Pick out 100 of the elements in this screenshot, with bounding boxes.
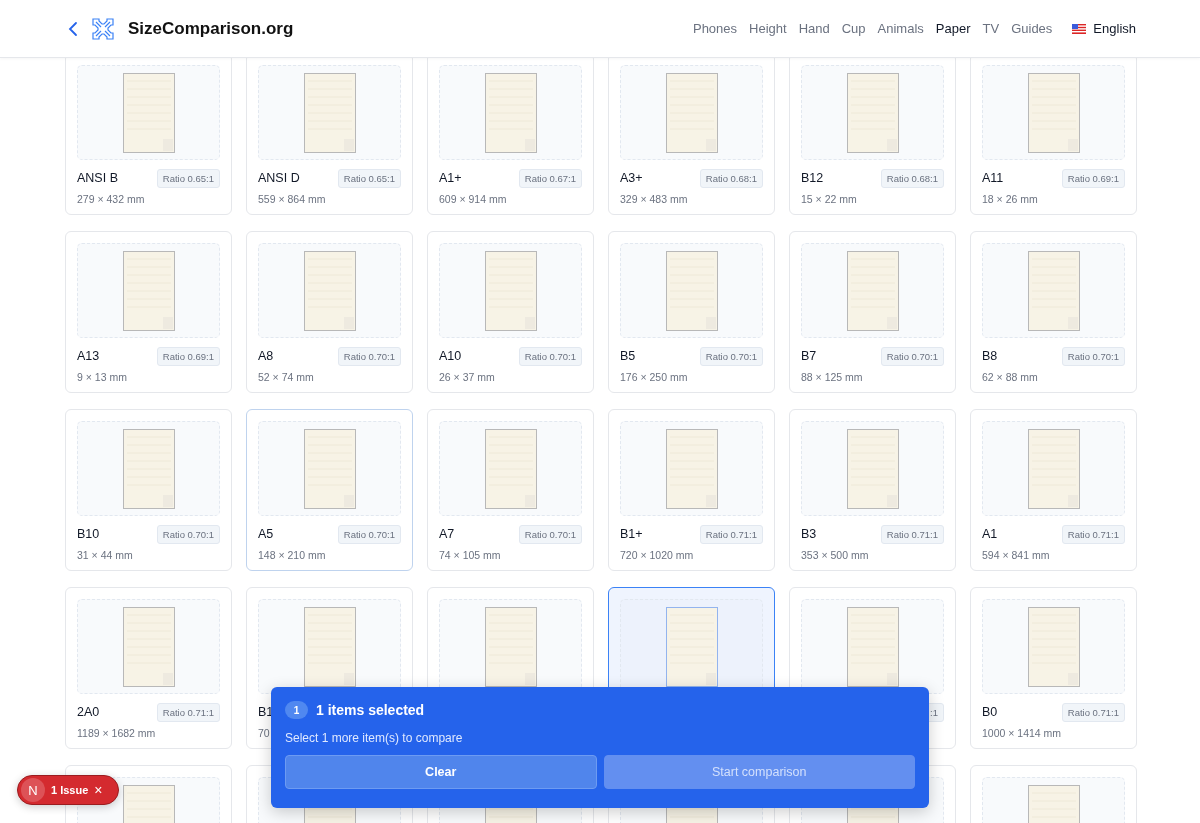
paper-card[interactable]: B5 Ratio 0.70:1 176 × 250 mm	[608, 231, 775, 393]
close-button[interactable]: ×	[94, 782, 103, 798]
paper-name: B1+	[620, 527, 643, 541]
paper-dimensions: 594 × 841 mm	[982, 549, 1050, 561]
logo-icon[interactable]	[91, 16, 115, 41]
paper-card[interactable]: ANSI D Ratio 0.65:1 559 × 864 mm	[246, 58, 413, 215]
nav-link[interactable]: Paper	[935, 21, 971, 36]
ratio-badge: Ratio 0.70:1	[699, 346, 763, 366]
paper-name: ANSI B	[77, 171, 118, 185]
ratio-badge: Ratio 0.65:1	[337, 168, 401, 188]
back-chevron-icon[interactable]	[68, 20, 78, 37]
paper-card[interactable]: A13 Ratio 0.69:1 9 × 13 mm	[65, 231, 232, 393]
paper-card[interactable]: A1+ Ratio 0.67:1 609 × 914 mm	[427, 58, 594, 215]
paper-card[interactable]: A10 Ratio 0.70:1 26 × 37 mm	[427, 231, 594, 393]
ratio-badge: Ratio 0.68:1	[699, 168, 763, 188]
ratio-badge: Ratio 0.70:1	[518, 524, 582, 544]
paper-icon	[846, 250, 899, 331]
ratio-badge: Ratio 0.70:1	[156, 524, 220, 544]
paper-card[interactable]: 2A0 Ratio 0.71:1 1189 × 1682 mm	[65, 587, 232, 749]
paper-card[interactable]: A7 Ratio 0.70:1 74 × 105 mm	[427, 409, 594, 571]
paper-icon	[846, 428, 899, 509]
paper-icon	[303, 72, 356, 153]
paper-card[interactable]: A5 Ratio 0.70:1 148 × 210 mm	[246, 409, 413, 571]
paper-name: B5	[620, 349, 636, 363]
ratio-badge: Ratio 0.65:1	[156, 168, 220, 188]
ratio-badge: Ratio 0.69:1	[156, 346, 220, 366]
nav-link[interactable]: Hand	[798, 21, 830, 36]
ratio-badge: Ratio 0.70:1	[880, 346, 944, 366]
paper-icon	[303, 428, 356, 509]
ratio-badge: Ratio 0.71:1	[156, 702, 220, 722]
paper-dimensions: 18 × 26 mm	[982, 193, 1038, 205]
issues-badge[interactable]: N 1 Issue ×	[17, 775, 119, 805]
paper-card[interactable]: B0 Ratio 0.71:1 1000 × 1414 mm	[970, 587, 1137, 749]
logo-letter: N	[21, 778, 45, 802]
paper-icon	[665, 606, 718, 687]
paper-icon	[303, 250, 356, 331]
paper-dimensions: 559 × 864 mm	[258, 193, 326, 205]
paper-name: A3+	[620, 171, 643, 185]
site-name[interactable]: SizeComparison.org	[128, 18, 294, 39]
paper-icon	[1027, 606, 1080, 687]
paper-icon	[665, 72, 718, 153]
nav-link[interactable]: Animals	[877, 21, 924, 36]
paper-card[interactable]: B7 Ratio 0.70:1 88 × 125 mm	[789, 231, 956, 393]
ratio-badge: Ratio 0.70:1	[337, 346, 401, 366]
paper-card[interactable]: B12 Ratio 0.68:1 15 × 22 mm	[789, 58, 956, 215]
paper-name: B0	[982, 705, 998, 719]
paper-card[interactable]: B3 Ratio 0.71:1 353 × 500 mm	[789, 409, 956, 571]
paper-icon	[303, 606, 356, 687]
ratio-badge: Ratio 0.71:1	[1061, 524, 1125, 544]
paper-name: B3	[801, 527, 817, 541]
nav-link[interactable]: Phones	[692, 21, 738, 36]
paper-dimensions: 31 × 44 mm	[77, 549, 133, 561]
flag-icon	[1072, 23, 1087, 34]
paper-dimensions: 720 × 1020 mm	[620, 549, 694, 561]
paper-dimensions: 609 × 914 mm	[439, 193, 507, 205]
nav-link[interactable]: Cup	[841, 21, 866, 36]
paper-dimensions: 176 × 250 mm	[620, 371, 688, 383]
paper-name: A10	[439, 349, 462, 363]
paper-name: A7	[439, 527, 455, 541]
count-badge: 1	[285, 701, 308, 719]
paper-icon	[846, 72, 899, 153]
paper-icon	[122, 250, 175, 331]
issue-count: 1 Issue	[51, 784, 89, 796]
paper-name: B12	[801, 171, 824, 185]
paper-dimensions: 1189 × 1682 mm	[77, 727, 156, 739]
ratio-badge: Ratio 0.70:1	[518, 346, 582, 366]
paper-card[interactable]: B8 Ratio 0.70:1 62 × 88 mm	[970, 231, 1137, 393]
paper-dimensions: 353 × 500 mm	[801, 549, 869, 561]
paper-name: B1	[258, 705, 274, 719]
paper-card[interactable]: A1 Ratio 0.71:1 594 × 841 mm	[970, 409, 1137, 571]
paper-name: ANSI D	[258, 171, 300, 185]
paper-card[interactable]: A3+ Ratio 0.68:1 329 × 483 mm	[608, 58, 775, 215]
paper-name: 2A0	[77, 705, 100, 719]
panel-button[interactable]: Clear	[285, 755, 597, 789]
paper-card[interactable]: B10 Ratio 0.70:1 31 × 44 mm	[65, 409, 232, 571]
paper-name: A5	[258, 527, 274, 541]
paper-icon	[122, 606, 175, 687]
paper-name: A11	[982, 171, 1004, 185]
paper-name: A1	[982, 527, 998, 541]
ratio-badge: Ratio 0.69:1	[1061, 168, 1125, 188]
language-selector[interactable]: English	[1072, 21, 1136, 36]
nav-link[interactable]: Guides	[1011, 21, 1053, 36]
paper-card[interactable]: A8 Ratio 0.70:1 52 × 74 mm	[246, 231, 413, 393]
paper-dimensions: 74 × 105 mm	[439, 549, 501, 561]
paper-dimensions: 148 × 210 mm	[258, 549, 326, 561]
paper-card[interactable]: B1+ Ratio 0.71:1 720 × 1020 mm	[608, 409, 775, 571]
paper-dimensions: 9 × 13 mm	[77, 371, 127, 383]
ratio-badge: Ratio 0.70:1	[1061, 346, 1125, 366]
paper-card[interactable]: A11 Ratio 0.69:1 18 × 26 mm	[970, 58, 1137, 215]
paper-dimensions: 88 × 125 mm	[801, 371, 863, 383]
nav-link[interactable]: TV	[982, 21, 1000, 36]
nav-link[interactable]: Height	[749, 21, 787, 36]
ratio-badge: Ratio 0.71:1	[699, 524, 763, 544]
paper-name: B7	[801, 349, 817, 363]
paper-dimensions: 329 × 483 mm	[620, 193, 688, 205]
ratio-badge: Ratio 0.68:1	[880, 168, 944, 188]
paper-card[interactable]: ANSI B Ratio 0.65:1 279 × 432 mm	[65, 58, 232, 215]
paper-dimensions: 26 × 37 mm	[439, 371, 495, 383]
paper-icon	[665, 250, 718, 331]
paper-dimensions: 15 × 22 mm	[801, 193, 857, 205]
